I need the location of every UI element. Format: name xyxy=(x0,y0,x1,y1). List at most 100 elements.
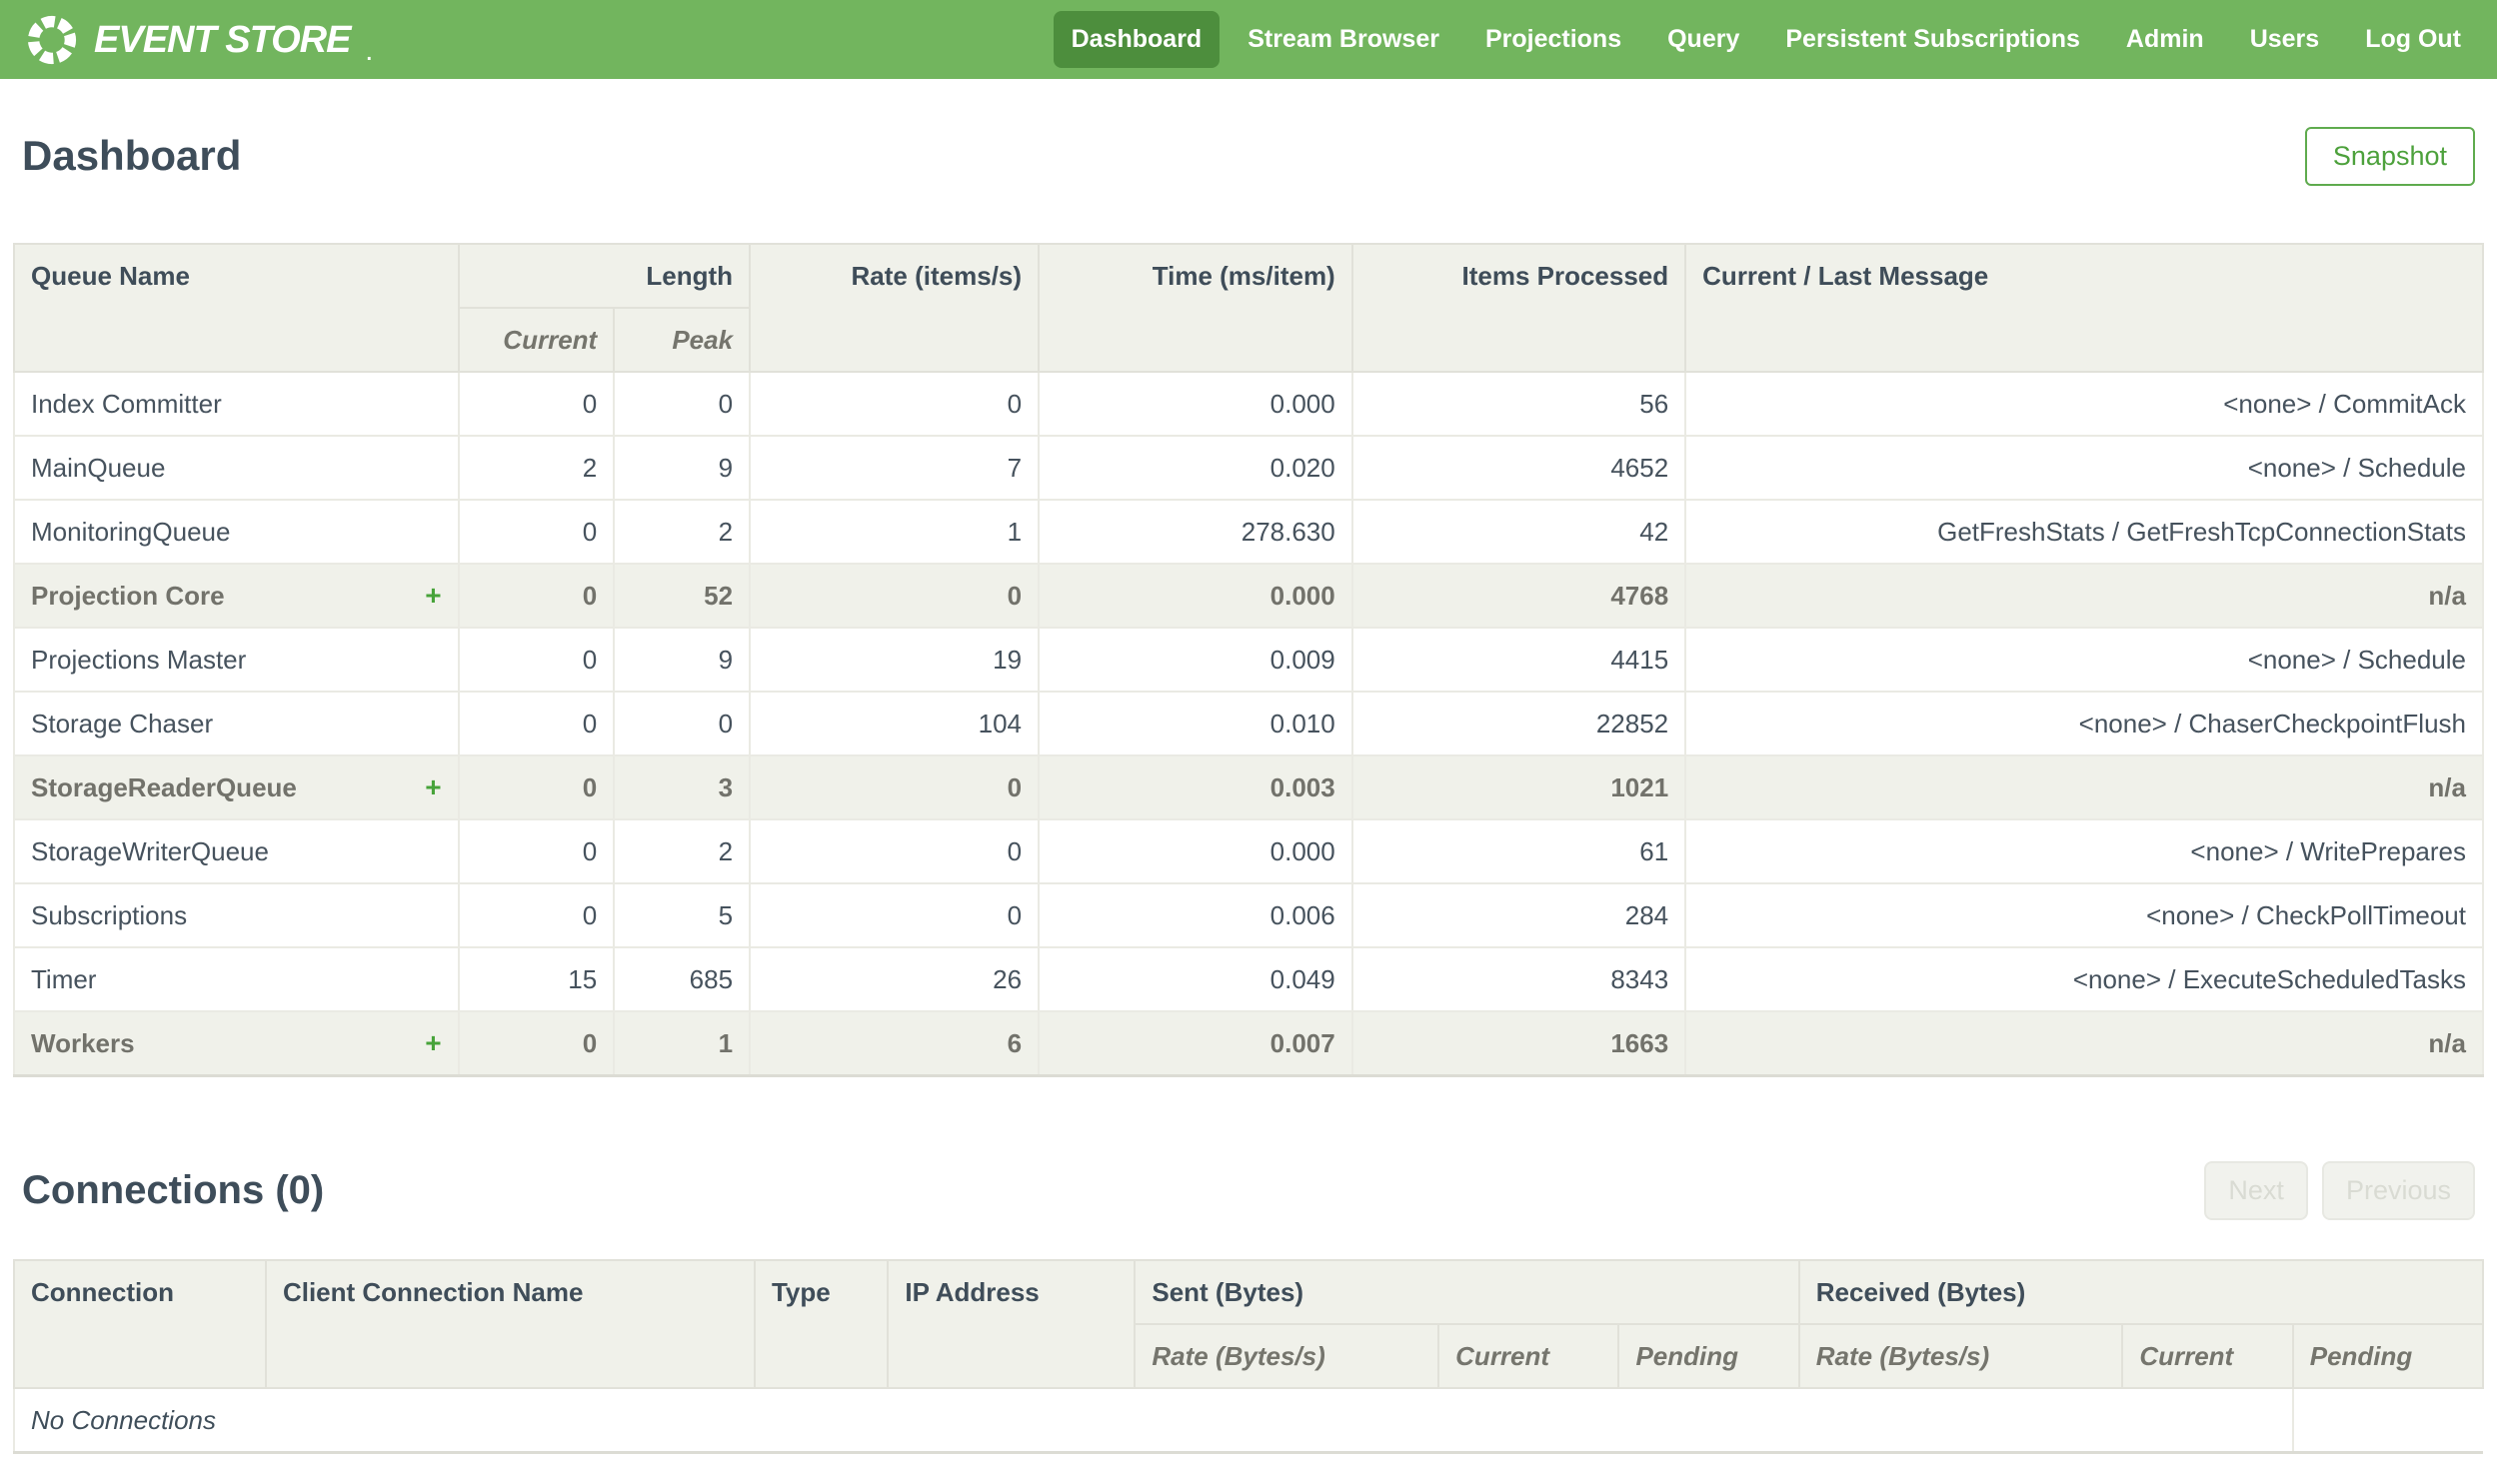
nav-list: Dashboard Stream Browser Projections Query P… xyxy=(1053,11,2479,68)
cell-length-peak: 5 xyxy=(613,882,752,948)
nav-item-dashboard[interactable]: Dashboard xyxy=(1053,11,1221,68)
connections-table: Connection Client Connection Name Type I… xyxy=(13,1259,2485,1454)
queues-table-header: Queue Name Length Rate (items/s) Time (m… xyxy=(13,243,2484,373)
cell-rate: 0 xyxy=(749,754,1041,820)
col-rate: Rate (items/s) xyxy=(749,243,1041,373)
cell-rate: 26 xyxy=(749,946,1041,1012)
queue-row: Workers +0 1 6 0.007 1663 n/a xyxy=(13,1010,2484,1077)
cell-items-processed: 4768 xyxy=(1350,563,1687,629)
col-received-bytes: Received (Bytes) xyxy=(1797,1259,2485,1325)
col-queue-name: Queue Name xyxy=(13,243,460,373)
cell-message: n/a xyxy=(1684,563,2484,629)
cell-length-current: 0 xyxy=(457,499,616,565)
cell-rate: 0 xyxy=(749,882,1041,948)
cell-items-processed: 22852 xyxy=(1350,691,1687,756)
queue-name-label: StorageWriterQueue xyxy=(31,836,269,866)
nav-item-persistent-subscriptions[interactable]: Persistent Subscriptions xyxy=(1767,11,2098,68)
col-connection: Connection xyxy=(13,1259,267,1389)
cell-length-current: 0 xyxy=(457,371,616,437)
nav-item-query[interactable]: Query xyxy=(1649,11,1757,68)
no-connections-row: No Connections xyxy=(13,1387,2483,1454)
brand-trademark-dot: . xyxy=(366,42,373,65)
cell-message: <none> / ExecuteScheduledTasks xyxy=(1684,946,2484,1012)
col-sent-current: Current xyxy=(1437,1323,1620,1389)
cell-length-peak: 2 xyxy=(613,818,752,884)
nav-item-admin[interactable]: Admin xyxy=(2108,11,2222,68)
cell-length-current: 0 xyxy=(457,691,616,756)
cell-rate: 104 xyxy=(749,691,1041,756)
nav-item-projections[interactable]: Projections xyxy=(1467,11,1639,68)
queue-row: MonitoringQueue 0 2 1 278.630 42 GetFreshStats… xyxy=(13,499,2484,565)
cell-length-peak: 2 xyxy=(613,499,752,565)
queue-name-label: StorageReaderQueue xyxy=(31,772,297,802)
cell-time: 278.630 xyxy=(1038,499,1353,565)
cell-length-peak: 9 xyxy=(613,435,752,501)
expand-plus-icon[interactable]: + xyxy=(425,582,441,610)
cell-queue-name: Subscriptions xyxy=(13,882,460,948)
connections-header: Connections (0) Next Previous xyxy=(22,1159,2475,1221)
queue-row: Index Committer 0 0 0 0.000 56 <none> / Commit… xyxy=(13,371,2484,437)
cell-message: <none> / ChaserCheckpointFlush xyxy=(1684,691,2484,756)
queue-name-label: Subscriptions xyxy=(31,900,188,930)
queues-table: Queue Name Length Rate (items/s) Time (m… xyxy=(13,243,2484,1077)
cell-rate: 1 xyxy=(749,499,1041,565)
queue-name-label: Projection Core xyxy=(31,581,225,611)
cell-items-processed: 1663 xyxy=(1350,1010,1687,1077)
brand-name: EVENT STORE xyxy=(94,18,351,61)
cell-time: 0.000 xyxy=(1038,563,1353,629)
page-header: Dashboard Snapshot xyxy=(22,125,2475,187)
queue-name-label: MonitoringQueue xyxy=(31,517,231,547)
cell-items-processed: 4415 xyxy=(1350,627,1687,693)
previous-button[interactable]: Previous xyxy=(2321,1160,2475,1220)
queue-row: StorageWriterQueue 0 2 0 0.000 61 <none> / Wri… xyxy=(13,818,2484,884)
queue-row: Timer 15 685 26 0.049 8343 <none> / ExecuteSch… xyxy=(13,946,2484,1012)
col-ip-address: IP Address xyxy=(887,1259,1137,1389)
queue-name-label: Index Committer xyxy=(31,389,222,419)
cell-queue-name: StorageWriterQueue xyxy=(13,818,460,884)
queue-name-label: Storage Chaser xyxy=(31,709,214,739)
cell-length-current: 0 xyxy=(457,563,616,629)
snapshot-button[interactable]: Snapshot xyxy=(2304,126,2475,186)
top-navbar: EVENT STORE . Dashboard Stream Browser Pro… xyxy=(0,0,2497,79)
queue-row: Projections Master 0 9 19 0.009 4415 <none> / … xyxy=(13,627,2484,693)
queue-name-label: Projections Master xyxy=(31,645,247,675)
cell-rate: 6 xyxy=(749,1010,1041,1077)
connections-title: Connections (0) xyxy=(22,1167,325,1212)
expand-plus-icon[interactable]: + xyxy=(425,1029,441,1057)
col-sent-rate: Rate (Bytes/s) xyxy=(1134,1323,1440,1389)
cell-queue-name: Index Committer xyxy=(13,371,460,437)
connections-table-header: Connection Client Connection Name Type I… xyxy=(13,1259,2485,1389)
cell-rate: 0 xyxy=(749,818,1041,884)
expand-plus-icon[interactable]: + xyxy=(425,773,441,801)
col-length-peak: Peak xyxy=(613,307,752,373)
nav-item-log-out[interactable]: Log Out xyxy=(2347,11,2479,68)
cell-length-current: 0 xyxy=(457,1010,616,1077)
cell-queue-name: StorageReaderQueue + xyxy=(13,754,460,820)
col-received-current: Current xyxy=(2121,1323,2294,1389)
cell-items-processed: 284 xyxy=(1350,882,1687,948)
cell-length-current: 15 xyxy=(457,946,616,1012)
col-length-current: Current xyxy=(457,307,616,373)
cell-message: <none> / CommitAck xyxy=(1684,371,2484,437)
col-sent-pending: Pending xyxy=(1617,1323,1800,1389)
main-content: Dashboard Snapshot Queue Name Length Rat… xyxy=(0,125,2497,1454)
connections-table-body: No Connections xyxy=(13,1387,2483,1454)
cell-time: 0.010 xyxy=(1038,691,1353,756)
cell-queue-name: MainQueue xyxy=(13,435,460,501)
cell-length-current: 0 xyxy=(457,818,616,884)
cell-items-processed: 8343 xyxy=(1350,946,1687,1012)
cell-length-peak: 52 xyxy=(613,563,752,629)
shutter-ring-icon xyxy=(24,12,80,68)
cell-message: <none> / Schedule xyxy=(1684,435,2484,501)
ghost-cell xyxy=(2293,1388,2483,1453)
col-client-connection-name: Client Connection Name xyxy=(264,1259,756,1389)
cell-time: 0.007 xyxy=(1038,1010,1353,1077)
cell-length-current: 0 xyxy=(457,754,616,820)
nav-item-users[interactable]: Users xyxy=(2232,11,2338,68)
page-title: Dashboard xyxy=(22,132,242,179)
event-store-logo[interactable]: EVENT STORE . xyxy=(24,12,372,68)
cell-time: 0.049 xyxy=(1038,946,1353,1012)
cell-time: 0.000 xyxy=(1038,371,1353,437)
next-button[interactable]: Next xyxy=(2204,1160,2308,1220)
nav-item-stream-browser[interactable]: Stream Browser xyxy=(1230,11,1457,68)
